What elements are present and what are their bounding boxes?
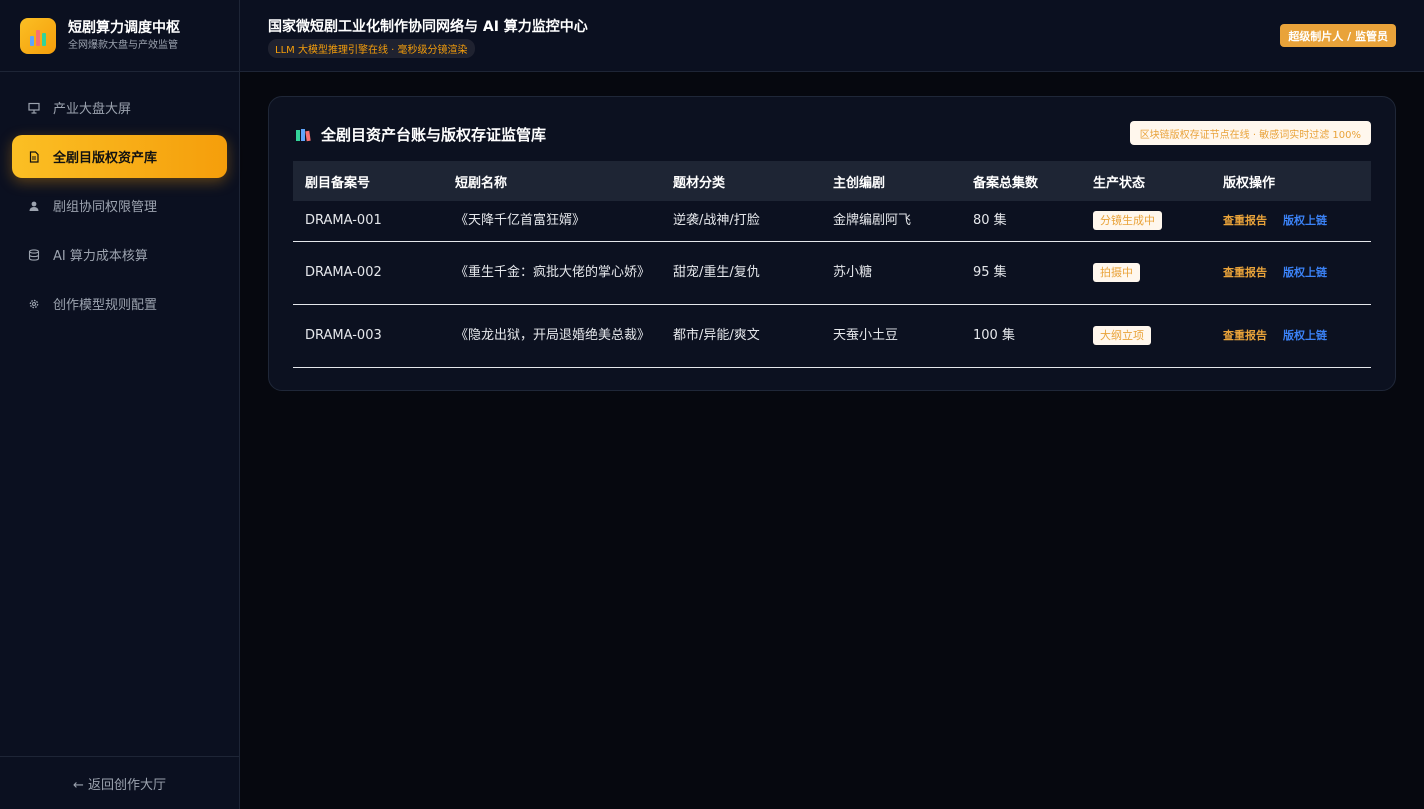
drama-id: DRAMA-002 — [293, 241, 443, 305]
presentation-icon — [28, 102, 40, 114]
table-row: DRAMA-003 《隐龙出狱，开局退婚绝美总裁》 都市/异能/爽文 天蚕小土豆… — [293, 304, 1371, 368]
drama-id: DRAMA-001 — [293, 201, 443, 242]
copyright-chain-link[interactable]: 版权上链 — [1283, 214, 1327, 227]
card-title-text: 全剧目资产台账与版权存证监管库 — [321, 126, 547, 144]
drama-name: 《重生千金：疯批大佬的掌心娇》 — [443, 241, 661, 305]
table-row: DRAMA-001 《天降千亿首富狂婿》 逆袭/战神/打脸 金牌编剧阿飞 80 … — [293, 201, 1371, 242]
sidebar-item-cost[interactable]: AI 算力成本核算 — [12, 233, 227, 276]
top-header: 国家微短剧工业化制作协同网络与 AI 算力监控中心 LLM 大模型推理引擎在线 … — [240, 0, 1424, 72]
actions-cell: 查重报告 版权上链 — [1211, 241, 1371, 305]
brand-title: 短剧算力调度中枢 — [68, 19, 180, 36]
actions-cell: 查重报告 版权上链 — [1211, 201, 1371, 242]
gear-icon — [28, 298, 40, 310]
copyright-chain-link[interactable]: 版权上链 — [1283, 266, 1327, 279]
engine-status-badge: LLM 大模型推理引擎在线 · 毫秒级分镜渲染 — [268, 39, 475, 58]
asset-ledger-card: 全剧目资产台账与版权存证监管库 区块链版权存证节点在线 · 敏感词实时过滤 10… — [268, 96, 1396, 391]
column-header: 题材分类 — [673, 175, 726, 191]
blockchain-status-tag: 区块链版权存证节点在线 · 敏感词实时过滤 100% — [1129, 121, 1371, 145]
actions-cell: 查重报告 版权上链 — [1211, 304, 1371, 368]
status-cell: 大纲立项 — [1081, 304, 1211, 368]
status-badge: 拍摄中 — [1093, 262, 1140, 282]
database-icon — [28, 248, 40, 261]
drama-id: DRAMA-003 — [293, 304, 443, 368]
brand-subtitle: 全网爆款大盘与产效监管 — [68, 39, 178, 51]
drama-episodes: 80 集 — [961, 201, 1081, 242]
sidebar-item-model-config[interactable]: 创作模型规则配置 — [12, 282, 227, 325]
column-header: 剧目备案号 — [305, 175, 371, 191]
sidebar-item-label: AI 算力成本核算 — [53, 249, 148, 264]
asset-table: 剧目备案号 短剧名称 题材分类 主创编剧 备案总集数 生产状态 版权操作 DRA… — [293, 161, 1371, 368]
sidebar-nav: 产业大盘大屏 全剧目版权资产库 剧组协同权限管理 AI 算力成本核算 创作模型规… — [0, 72, 239, 325]
status-cell: 拍摄中 — [1081, 241, 1211, 305]
sidebar-item-label: 剧组协同权限管理 — [53, 200, 158, 215]
sidebar-item-label: 创作模型规则配置 — [53, 298, 158, 313]
document-icon — [28, 150, 40, 163]
sidebar-item-label: 全剧目版权资产库 — [53, 151, 158, 166]
drama-name: 《天降千亿首富狂婿》 — [443, 201, 661, 242]
sidebar-item-dashboard[interactable]: 产业大盘大屏 — [12, 86, 227, 129]
plagiarism-report-link[interactable]: 查重报告 — [1223, 266, 1267, 279]
sidebar-item-permissions[interactable]: 剧组协同权限管理 — [12, 184, 227, 227]
drama-genre: 逆袭/战神/打脸 — [661, 201, 821, 242]
plagiarism-report-link[interactable]: 查重报告 — [1223, 214, 1267, 227]
status-badge: 分镜生成中 — [1093, 210, 1162, 230]
plagiarism-report-link[interactable]: 查重报告 — [1223, 329, 1267, 342]
books-icon — [295, 128, 313, 142]
status-badge: 大纲立项 — [1093, 325, 1151, 345]
drama-name: 《隐龙出狱，开局退婚绝美总裁》 — [443, 304, 661, 368]
user-icon — [28, 200, 40, 212]
brand: 短剧算力调度中枢 全网爆款大盘与产效监管 — [0, 0, 239, 72]
drama-writer: 苏小糖 — [821, 241, 961, 305]
status-cell: 分镜生成中 — [1081, 201, 1211, 242]
drama-episodes: 95 集 — [961, 241, 1081, 305]
column-header: 版权操作 — [1223, 175, 1276, 191]
column-header: 生产状态 — [1093, 175, 1146, 191]
sidebar: 短剧算力调度中枢 全网爆款大盘与产效监管 产业大盘大屏 全剧目版权资产库 剧组协… — [0, 0, 240, 809]
table-header-row: 剧目备案号 短剧名称 题材分类 主创编剧 备案总集数 生产状态 版权操作 — [293, 161, 1371, 201]
chart-logo-icon — [20, 17, 56, 54]
back-to-hall-link[interactable]: ← 返回创作大厅 — [0, 756, 239, 809]
drama-genre: 都市/异能/爽文 — [661, 304, 821, 368]
column-header: 短剧名称 — [455, 175, 508, 191]
copyright-chain-link[interactable]: 版权上链 — [1283, 329, 1327, 342]
drama-writer: 金牌编剧阿飞 — [821, 201, 961, 242]
drama-writer: 天蚕小土豆 — [821, 304, 961, 368]
page-title: 国家微短剧工业化制作协同网络与 AI 算力监控中心 — [268, 19, 588, 35]
sidebar-item-label: 产业大盘大屏 — [53, 102, 132, 117]
user-role-badge[interactable]: 超级制片人 / 监管员 — [1280, 24, 1396, 47]
card-title: 全剧目资产台账与版权存证监管库 — [295, 124, 546, 145]
table-row: DRAMA-002 《重生千金：疯批大佬的掌心娇》 甜宠/重生/复仇 苏小糖 9… — [293, 241, 1371, 305]
drama-genre: 甜宠/重生/复仇 — [661, 241, 821, 305]
column-header: 主创编剧 — [833, 175, 886, 191]
drama-episodes: 100 集 — [961, 304, 1081, 368]
sidebar-item-asset-library[interactable]: 全剧目版权资产库 — [12, 135, 227, 178]
column-header: 备案总集数 — [973, 175, 1039, 191]
